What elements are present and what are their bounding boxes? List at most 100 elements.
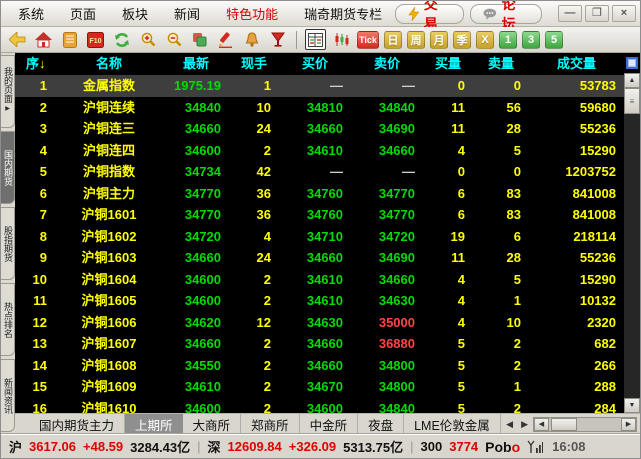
tab-cffex[interactable]: 中金所: [300, 414, 359, 435]
table-row[interactable]: 16沪铜1610346002346003484052284: [15, 398, 624, 414]
tab-dce[interactable]: 大商所: [183, 414, 242, 435]
menu-special-features[interactable]: 特色功能: [213, 2, 291, 25]
column-header-bid[interactable]: 买价: [279, 53, 351, 75]
table-row[interactable]: 3沪铜连三34660243466034690112855236: [15, 118, 624, 140]
table-row[interactable]: 9沪铜160334660243466034690112855236: [15, 247, 624, 269]
scroll-down-button[interactable]: ▼: [624, 398, 640, 413]
quote-grid-icon[interactable]: [305, 29, 326, 50]
draw-pencil-icon[interactable]: [215, 29, 236, 50]
tab-czce[interactable]: 郑商所: [241, 414, 300, 435]
table-row[interactable]: 12沪铜1606346201234630350004102320: [15, 312, 624, 334]
column-header-name[interactable]: 名称: [55, 53, 163, 75]
tab-domestic-main[interactable]: 国内期货主力: [29, 414, 125, 435]
column-header-hand[interactable]: 现手: [229, 53, 279, 75]
scrollbar-thumb[interactable]: ≡: [624, 88, 640, 114]
sidebar-tab-index-futures[interactable]: 股指期货: [1, 207, 15, 280]
hscroll-left-button[interactable]: ◀: [534, 418, 549, 431]
zoom-in-icon[interactable]: [137, 29, 158, 50]
menu-page[interactable]: 页面: [57, 2, 109, 25]
scroll-up-button[interactable]: ▲: [624, 73, 640, 88]
period-month-button[interactable]: 月: [430, 31, 448, 49]
quote-table: 序↓ 名称 最新 现手 买价 卖价 买量 卖量 成交量 1金属指数1975.19…: [15, 53, 624, 413]
sidebar-tab-domestic-futures[interactable]: 国内期货: [1, 131, 15, 204]
alert-bell-icon[interactable]: [241, 29, 262, 50]
cell-bid-vol: 5: [423, 333, 473, 355]
menu-system[interactable]: 系统: [5, 2, 57, 25]
column-header-seq[interactable]: 序↓: [15, 53, 55, 75]
period-season-button[interactable]: 季: [453, 31, 471, 49]
layers-icon[interactable]: [189, 29, 210, 50]
home-icon[interactable]: [33, 29, 54, 50]
period-3min-button[interactable]: 3: [522, 31, 540, 49]
table-row[interactable]: 15沪铜1609346102346703480051288: [15, 376, 624, 398]
menu-ruiqi-column[interactable]: 瑞奇期货专栏: [291, 2, 395, 25]
cell-last: 34620: [163, 312, 229, 334]
period-week-button[interactable]: 周: [407, 31, 425, 49]
kline-chart-icon[interactable]: [331, 29, 352, 50]
sidebar-tab-my-page[interactable]: 我的页面 ▶: [1, 55, 15, 128]
hs300-label[interactable]: 300: [421, 439, 443, 454]
back-arrow-icon[interactable]: [7, 29, 28, 50]
cell-volume: 1203752: [529, 161, 624, 183]
column-header-last[interactable]: 最新: [163, 53, 229, 75]
tab-scroll-left-icon[interactable]: ◀: [503, 419, 516, 430]
sz-index-label[interactable]: 深: [208, 437, 221, 456]
tick-button[interactable]: Tick: [357, 31, 379, 49]
period-5min-button[interactable]: 5: [545, 31, 563, 49]
cell-last: 34600: [163, 269, 229, 291]
cell-last: 34770: [163, 183, 229, 205]
restore-window-icon[interactable]: [624, 53, 640, 73]
table-row[interactable]: 5沪铜指数3473442——001203752: [15, 161, 624, 183]
cell-volume: 15290: [529, 269, 624, 291]
table-row[interactable]: 8沪铜16023472043471034720196218114: [15, 226, 624, 248]
trade-button[interactable]: 交易: [395, 4, 464, 24]
menu-news[interactable]: 新闻: [161, 2, 213, 25]
table-row[interactable]: 6沪铜主力34770363476034770683841008: [15, 183, 624, 205]
f10-icon[interactable]: F10: [85, 29, 106, 50]
table-row[interactable]: 4沪铜连四34600234610346604515290: [15, 140, 624, 162]
hscroll-thumb[interactable]: [551, 418, 577, 431]
cell-bid: —: [279, 75, 351, 97]
table-row[interactable]: 13沪铜1607346602346603688052682: [15, 333, 624, 355]
cell-hand: 2: [229, 355, 279, 377]
table-row[interactable]: 1金属指数1975.191——0053783: [15, 75, 624, 97]
column-header-bid-vol[interactable]: 买量: [423, 53, 473, 75]
column-header-volume[interactable]: 成交量: [529, 53, 624, 75]
minimize-button[interactable]: —: [558, 5, 582, 22]
table-row[interactable]: 11沪铜160534600234610346304110132: [15, 290, 624, 312]
tab-shfe[interactable]: 上期所: [125, 414, 183, 435]
news-pad-icon[interactable]: [59, 29, 80, 50]
cell-volume: 841008: [529, 204, 624, 226]
status-divider: |: [410, 439, 413, 454]
sh-index-label[interactable]: 沪: [9, 437, 22, 456]
table-row[interactable]: 7沪铜160134770363476034770683841008: [15, 204, 624, 226]
cell-ask-vol: 28: [473, 118, 529, 140]
cell-bid-vol: 11: [423, 118, 473, 140]
vertical-scrollbar[interactable]: ▲ ≡ ▼: [624, 53, 640, 413]
period-day-button[interactable]: 日: [384, 31, 402, 49]
maximize-button[interactable]: ❐: [585, 5, 609, 22]
table-row[interactable]: 2沪铜连续34840103481034840115659680: [15, 97, 624, 119]
scrollbar-track[interactable]: [624, 114, 640, 398]
tab-scroll-right-icon[interactable]: ▶: [518, 419, 531, 430]
forum-button[interactable]: 论坛: [470, 4, 542, 24]
table-row[interactable]: 14沪铜1608345502346603480052266: [15, 355, 624, 377]
close-button[interactable]: ×: [612, 5, 636, 22]
zoom-out-icon[interactable]: [163, 29, 184, 50]
column-header-ask[interactable]: 卖价: [351, 53, 423, 75]
cell-name: 沪铜1601: [55, 204, 163, 226]
period-1min-button[interactable]: 1: [499, 31, 517, 49]
menu-sector[interactable]: 板块: [109, 2, 161, 25]
sidebar-tab-hot-ranking[interactable]: 热点排名: [1, 283, 15, 356]
filter-funnel-icon[interactable]: [267, 29, 288, 50]
table-row[interactable]: 10沪铜160434600234610346604515290: [15, 269, 624, 291]
hscroll-right-button[interactable]: ▶: [621, 418, 636, 431]
refresh-icon[interactable]: [111, 29, 132, 50]
period-x-button[interactable]: X: [476, 31, 494, 49]
tab-night-session[interactable]: 夜盘: [358, 414, 404, 435]
cell-ask-vol: 83: [473, 204, 529, 226]
column-header-ask-vol[interactable]: 卖量: [473, 53, 529, 75]
horizontal-scrollbar[interactable]: ◀ ▶: [533, 417, 637, 432]
sidebar-tab-news-info[interactable]: 新闻资讯: [1, 359, 15, 432]
tab-lme[interactable]: LME伦敦金属: [404, 414, 501, 435]
